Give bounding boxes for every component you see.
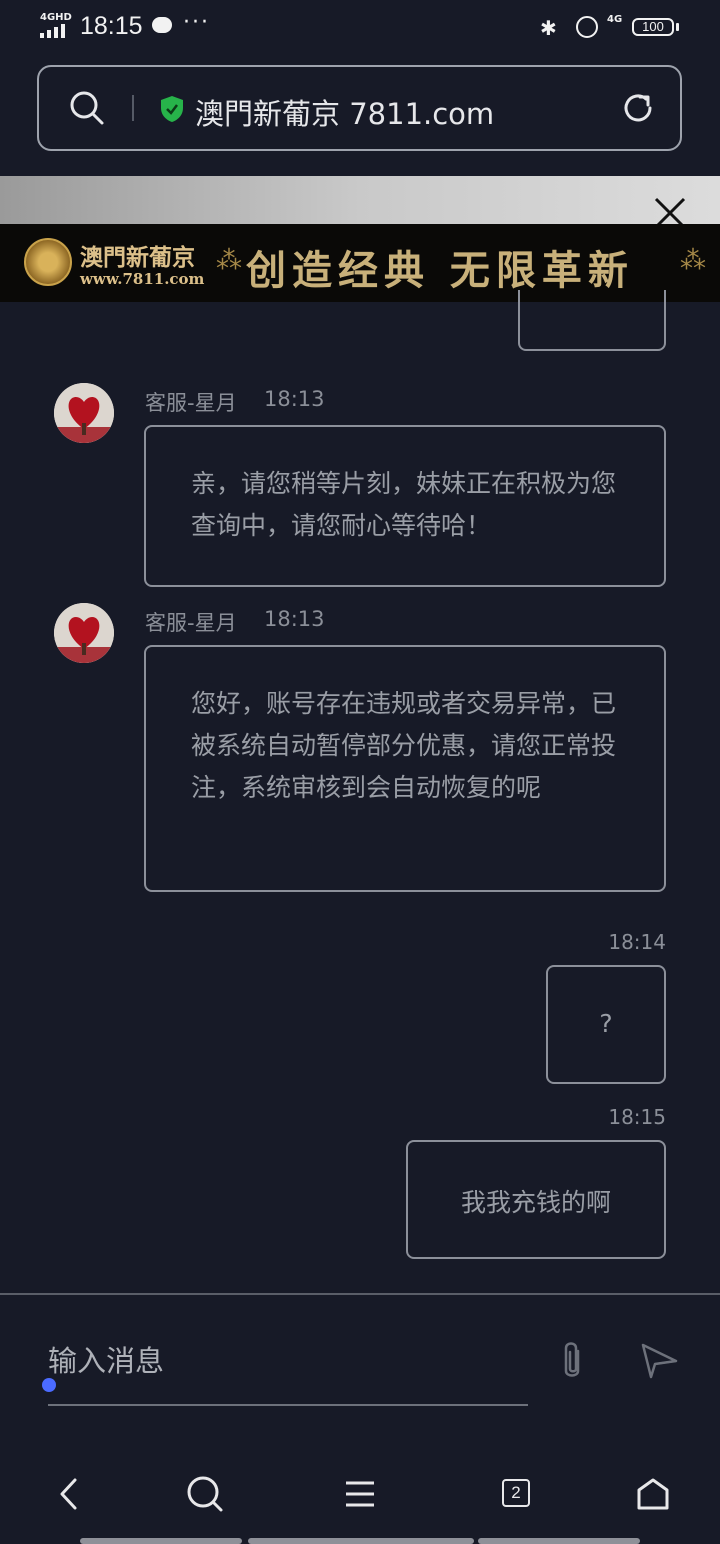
address-bar[interactable]: 澳門新葡京 7811.com	[37, 65, 682, 151]
battery-tip	[676, 23, 679, 31]
cursor-dot	[42, 1378, 56, 1392]
logo-icon	[24, 238, 72, 286]
input-placeholder: 输入消息	[48, 1344, 165, 1378]
menu-icon[interactable]	[338, 1472, 382, 1516]
address-divider	[132, 95, 134, 121]
clock: 18:15	[80, 12, 143, 40]
chat-notification-icon	[152, 17, 172, 33]
shield-icon	[160, 95, 184, 127]
agent-message-bubble: 亲，请您稍等片刻，妹妹正在积极为您查询中，请您耐心等待哈！	[144, 425, 666, 587]
network-type-right: 4G	[607, 14, 623, 25]
reload-icon[interactable]	[619, 89, 657, 131]
network-type: 4GHD	[40, 12, 72, 23]
alarm-icon	[576, 16, 598, 38]
user-message-bubble: 我我充钱的啊	[406, 1140, 666, 1259]
banner-site: www.7811.com	[80, 270, 205, 288]
tabs-icon[interactable]: 2	[502, 1479, 530, 1507]
banner-slogan: 创造经典 无限革新	[246, 247, 634, 294]
banner-brand: 澳門新葡京	[80, 244, 195, 271]
attachment-icon[interactable]	[556, 1339, 588, 1387]
banner-top-strip	[0, 176, 720, 224]
home-icon[interactable]	[631, 1472, 675, 1516]
back-icon[interactable]	[48, 1472, 92, 1516]
message-text: 您好，账号存在违规或者交易异常，已被系统自动暂停部分优惠，请您正常投注，系统审核…	[191, 689, 617, 802]
bluetooth-icon: ✱	[540, 16, 557, 40]
message-time: 18:13	[264, 607, 325, 631]
gesture-bar	[478, 1538, 640, 1544]
more-notifications-icon: ···	[183, 10, 210, 35]
previous-message-bubble	[518, 290, 666, 351]
send-icon[interactable]	[638, 1340, 680, 1386]
message-input[interactable]: 输入消息	[42, 1330, 528, 1406]
message-time: 18:14	[608, 930, 666, 954]
message-text: 亲，请您稍等片刻，妹妹正在积极为您查询中，请您耐心等待哈！	[191, 469, 617, 540]
ornament-icon: ⁂	[680, 246, 706, 276]
user-message-bubble: ?	[546, 965, 666, 1084]
input-divider	[0, 1293, 720, 1295]
battery-icon: 100	[632, 18, 674, 36]
search-icon[interactable]	[69, 90, 105, 130]
gesture-bar	[248, 1538, 474, 1544]
status-bar: 4GHD 18:15 ··· ✱ 4G 100	[0, 0, 720, 58]
message-text: 我我充钱的啊	[460, 1188, 611, 1217]
url-text[interactable]: 澳門新葡京 7811.com	[195, 91, 494, 133]
agent-message-bubble: 您好，账号存在违规或者交易异常，已被系统自动暂停部分优惠，请您正常投注，系统审核…	[144, 645, 666, 892]
avatar	[54, 603, 114, 663]
message-time: 18:15	[608, 1105, 666, 1129]
message-time: 18:13	[264, 387, 325, 411]
agent-name: 客服-星月	[145, 611, 237, 635]
avatar	[54, 383, 114, 443]
gesture-bar	[80, 1538, 242, 1544]
message-text: ?	[599, 1009, 613, 1038]
signal-icon	[40, 24, 70, 38]
agent-name: 客服-星月	[145, 391, 237, 415]
search-icon[interactable]	[183, 1472, 227, 1516]
ornament-icon: ⁂	[216, 246, 242, 276]
